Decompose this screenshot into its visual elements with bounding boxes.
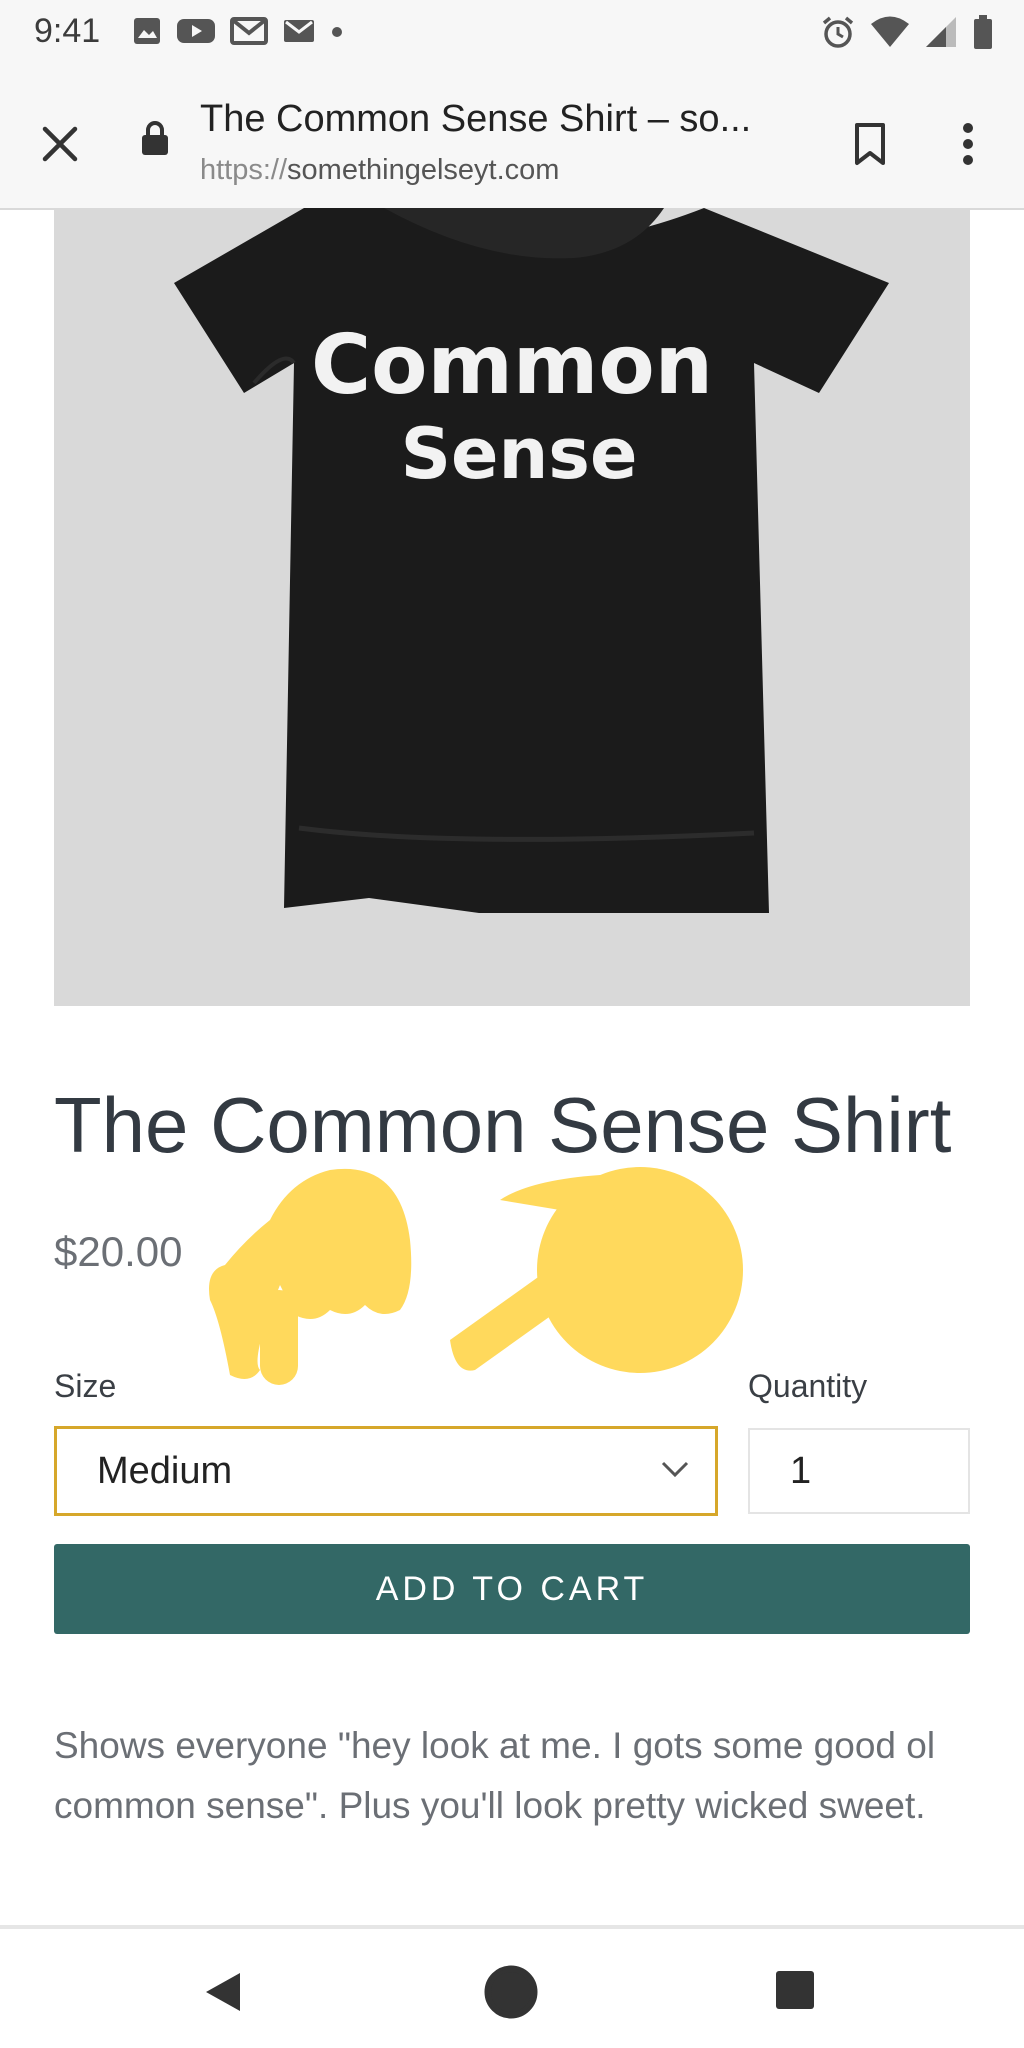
chevron-down-icon bbox=[661, 1461, 689, 1478]
more-vert-icon bbox=[963, 123, 973, 165]
size-selected-value: Medium bbox=[97, 1449, 233, 1492]
dot-icon bbox=[332, 27, 342, 37]
page-title-bar: The Common Sense Shirt – so... bbox=[200, 98, 752, 140]
product-image[interactable]: Common Sense bbox=[54, 208, 970, 1006]
bookmark-button[interactable] bbox=[838, 112, 902, 176]
home-nav-icon[interactable] bbox=[484, 1965, 538, 2019]
shirt-print-line1: Common bbox=[311, 318, 713, 413]
android-nav-bar bbox=[0, 1929, 1024, 2048]
gmail-icon bbox=[230, 17, 268, 45]
url-host: somethingelseyt.com bbox=[287, 154, 560, 186]
status-time: 9:41 bbox=[34, 12, 101, 50]
close-icon bbox=[42, 126, 78, 162]
notification-icons bbox=[132, 16, 344, 46]
product-title: The Common Sense Shirt bbox=[54, 1081, 952, 1169]
tshirt-illustration: Common Sense bbox=[174, 208, 889, 913]
quantity-value: 1 bbox=[790, 1449, 812, 1492]
pointing-hand-icon bbox=[450, 1167, 743, 1373]
wifi-icon bbox=[871, 16, 909, 47]
url-bar[interactable]: https://somethingelseyt.com bbox=[200, 154, 559, 187]
browser-toolbar: The Common Sense Shirt – so... https://s… bbox=[0, 68, 1024, 210]
recents-nav-icon[interactable] bbox=[774, 1969, 816, 2011]
signal-icon bbox=[926, 17, 956, 47]
lock-icon bbox=[142, 121, 168, 155]
back-nav-icon[interactable] bbox=[200, 1969, 246, 2015]
overflow-menu-button[interactable] bbox=[936, 112, 1000, 176]
product-price: $20.00 bbox=[54, 1228, 183, 1275]
youtube-icon bbox=[177, 19, 215, 43]
battery-icon bbox=[974, 15, 992, 49]
bookmark-icon bbox=[855, 123, 885, 165]
pointing-down-hand-icon bbox=[209, 1168, 412, 1385]
size-label: Size bbox=[54, 1368, 117, 1404]
quantity-label: Quantity bbox=[748, 1368, 868, 1404]
shirt-print-line2: Sense bbox=[401, 413, 638, 495]
alarm-icon bbox=[822, 16, 854, 48]
url-scheme: https:// bbox=[200, 154, 288, 186]
gmail-icon bbox=[284, 20, 314, 42]
product-description: Shows everyone "hey look at me. I gots s… bbox=[54, 1725, 936, 1826]
image-icon bbox=[134, 18, 160, 44]
close-tab-button[interactable] bbox=[28, 112, 92, 176]
quantity-input[interactable]: 1 bbox=[748, 1428, 970, 1514]
status-bar: 9:41 bbox=[0, 0, 1024, 68]
size-select[interactable]: Medium bbox=[54, 1426, 718, 1516]
system-icons bbox=[820, 14, 994, 50]
add-to-cart-button[interactable]: ADD TO CART bbox=[54, 1544, 970, 1634]
